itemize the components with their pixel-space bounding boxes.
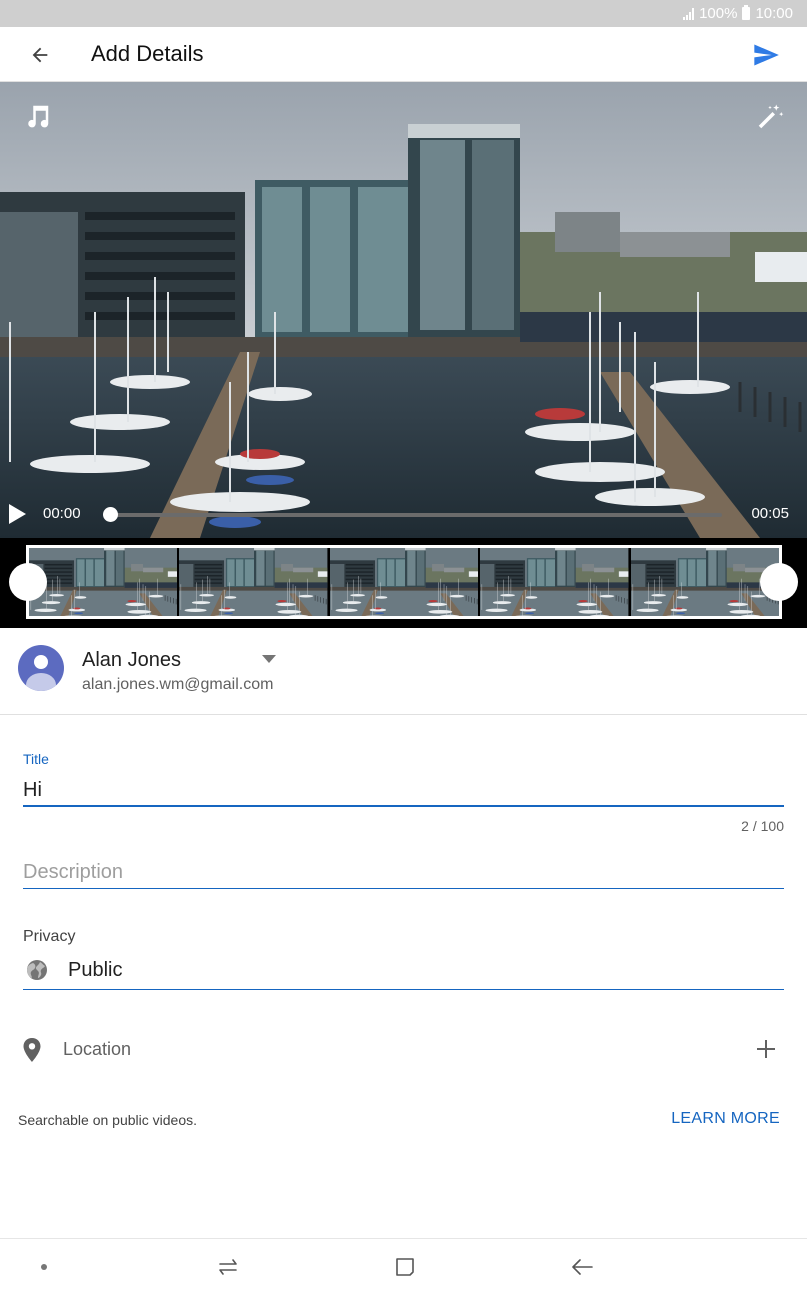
location-hint: Searchable on public videos. [18, 1112, 198, 1128]
location-label: Location [63, 1039, 132, 1059]
seek-bar[interactable] [110, 513, 722, 517]
playback-controls: 00:00 00:05 [0, 496, 807, 532]
video-preview[interactable]: 00:00 00:05 [0, 82, 807, 628]
thumbnail-frame [480, 548, 629, 616]
recent-apps-icon[interactable] [216, 1256, 240, 1278]
battery-percent: 100% [699, 5, 738, 22]
chevron-down-icon[interactable] [262, 655, 276, 663]
filmstrip-frames [26, 545, 782, 619]
dot-icon[interactable] [41, 1264, 47, 1270]
thumbnail-frame [630, 548, 780, 616]
privacy-dropdown[interactable]: Public [23, 953, 784, 990]
clock: 10:00 [755, 5, 793, 22]
filmstrip-thumbnail [630, 548, 780, 616]
page-title: Add Details [91, 41, 204, 66]
title-input[interactable] [23, 775, 784, 807]
arrow-back-icon [32, 47, 48, 63]
send-button[interactable] [749, 38, 783, 72]
title-label: Title [23, 751, 49, 767]
back-button[interactable] [24, 39, 56, 71]
app-bar: Add Details [0, 27, 807, 82]
music-note-icon[interactable] [22, 102, 52, 132]
home-icon[interactable] [394, 1256, 416, 1278]
privacy-value: Public [68, 959, 123, 981]
account-email: alan.jones.wm@gmail.com [82, 676, 274, 693]
plus-icon[interactable] [752, 1035, 780, 1063]
signal-icon [683, 7, 695, 20]
status-bar: 100% 10:00 [0, 0, 807, 27]
filmstrip-thumbnail [329, 548, 481, 616]
trim-filmstrip[interactable] [0, 538, 807, 628]
system-nav-bar [0, 1238, 807, 1292]
thumbnail-frame [329, 548, 479, 616]
learn-more-link[interactable]: LEARN MORE [671, 1110, 780, 1128]
video-frame [0, 82, 807, 538]
magic-wand-icon[interactable] [755, 102, 785, 132]
trim-start-handle[interactable] [9, 563, 47, 601]
avatar [18, 645, 64, 691]
description-input[interactable] [23, 856, 784, 889]
location-pin-icon [23, 1038, 41, 1062]
account-name: Alan Jones [82, 649, 181, 671]
total-time: 00:05 [751, 505, 789, 522]
filmstrip-thumbnail [29, 548, 180, 616]
privacy-label: Privacy [23, 928, 76, 945]
seek-handle[interactable] [103, 507, 118, 522]
globe-icon [27, 960, 47, 980]
filmstrip-thumbnail [179, 548, 330, 616]
battery-icon [742, 5, 751, 20]
account-selector[interactable]: Alan Jones alan.jones.wm@gmail.com [0, 628, 807, 715]
send-icon [754, 44, 779, 66]
status-indicators: 100% 10:00 [683, 5, 793, 22]
location-row[interactable]: Location [0, 1025, 807, 1073]
play-icon[interactable] [6, 502, 28, 526]
current-time: 00:00 [43, 505, 81, 522]
trim-end-handle[interactable] [760, 563, 798, 601]
filmstrip-thumbnail [480, 548, 631, 616]
thumbnail-frame [179, 548, 328, 616]
title-char-count: 2 / 100 [741, 818, 784, 834]
thumbnail-frame [29, 548, 178, 616]
back-icon[interactable] [570, 1256, 594, 1278]
